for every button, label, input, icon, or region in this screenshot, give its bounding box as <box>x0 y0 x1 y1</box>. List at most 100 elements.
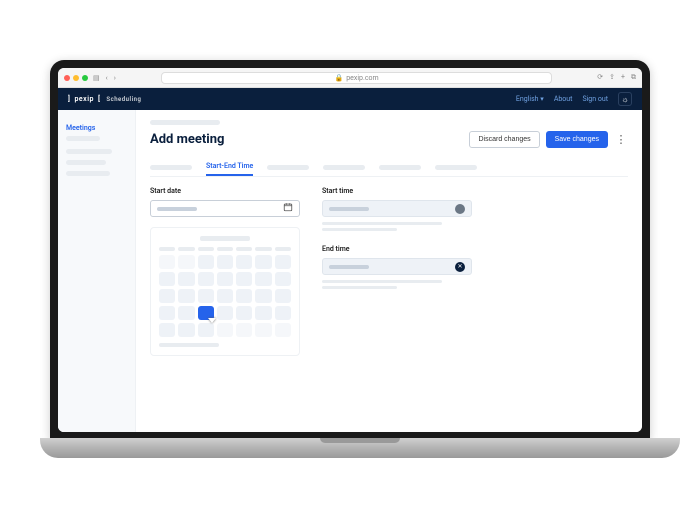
calendar-day[interactable] <box>178 255 194 269</box>
brand-logo[interactable]: ] pexip [ Scheduling <box>68 95 141 103</box>
tab-placeholder[interactable] <box>267 158 309 176</box>
calendar-day[interactable] <box>198 323 214 337</box>
sidebar-toggle-icon[interactable]: ▤ <box>93 74 100 82</box>
calendar-day[interactable] <box>275 306 291 320</box>
tab-placeholder[interactable] <box>435 158 477 176</box>
sidebar: Meetings <box>58 110 136 432</box>
start-time-input[interactable] <box>322 200 472 217</box>
input-placeholder <box>329 265 369 269</box>
calendar-day[interactable] <box>217 272 233 286</box>
sidebar-item-placeholder <box>66 136 100 141</box>
signout-link[interactable]: Sign out <box>582 95 608 103</box>
start-date-label: Start date <box>150 187 300 195</box>
language-selector[interactable]: English ▾ <box>516 95 544 103</box>
calendar-day[interactable] <box>255 289 271 303</box>
nav-forward-icon[interactable]: › <box>114 74 116 82</box>
calendar-day[interactable] <box>236 255 252 269</box>
calendar-day[interactable] <box>236 272 252 286</box>
calendar-day[interactable] <box>159 289 175 303</box>
url-text: pexip.com <box>346 74 378 82</box>
discard-changes-button[interactable]: Discard changes <box>469 131 539 148</box>
sidebar-item-placeholder <box>66 149 112 154</box>
laptop-base <box>40 438 680 458</box>
page-title: Add meeting <box>150 132 224 147</box>
close-window-icon[interactable] <box>64 75 70 81</box>
brand-name: pexip <box>74 95 94 103</box>
calendar-day[interactable] <box>255 255 271 269</box>
start-date-input[interactable] <box>150 200 300 217</box>
app-header: ] pexip [ Scheduling English ▾ About Sig… <box>58 88 642 110</box>
helper-text <box>322 222 472 231</box>
sidebar-item-meetings[interactable]: Meetings <box>66 120 127 136</box>
browser-toolbar: ▤ ‹ › 🔒 pexip.com ⟳ ⇪ + ⧉ <box>58 68 642 88</box>
calendar-day[interactable] <box>159 272 175 286</box>
calendar-day[interactable] <box>198 272 214 286</box>
calendar-day[interactable] <box>159 306 175 320</box>
calendar-day[interactable] <box>178 306 194 320</box>
calendar-icon <box>283 202 293 215</box>
tabs-icon[interactable]: ⧉ <box>631 73 636 82</box>
calendar-day[interactable] <box>255 306 271 320</box>
end-time-label: End time <box>322 245 472 253</box>
appearance-toggle[interactable]: ☼ <box>618 92 632 106</box>
logo-bracket-icon: [ <box>98 95 100 103</box>
tab-placeholder[interactable] <box>379 158 421 176</box>
reload-icon[interactable]: ⟳ <box>597 73 603 82</box>
lock-icon: 🔒 <box>335 74 344 82</box>
calendar-day[interactable] <box>275 272 291 286</box>
start-time-label: Start time <box>322 187 472 195</box>
calendar-day[interactable] <box>255 272 271 286</box>
calendar-day[interactable] <box>178 323 194 337</box>
calendar-day[interactable] <box>217 255 233 269</box>
sidebar-item-placeholder <box>66 171 110 176</box>
date-picker <box>150 227 300 356</box>
tab-placeholder[interactable] <box>323 158 365 176</box>
calendar-day[interactable] <box>236 306 252 320</box>
calendar-day[interactable] <box>275 255 291 269</box>
input-placeholder <box>329 207 369 211</box>
helper-text <box>322 280 472 289</box>
clear-icon[interactable]: ✕ <box>455 262 465 272</box>
calendar-day[interactable] <box>178 272 194 286</box>
clock-icon <box>455 204 465 214</box>
end-time-input[interactable]: ✕ <box>322 258 472 275</box>
sun-icon: ☼ <box>621 95 628 104</box>
share-icon[interactable]: ⇪ <box>609 73 615 82</box>
tab-placeholder[interactable] <box>150 158 192 176</box>
maximize-window-icon[interactable] <box>82 75 88 81</box>
calendar-day[interactable] <box>178 289 194 303</box>
calendar-day-selected[interactable] <box>198 306 214 320</box>
tab-bar: Start-End Time <box>150 158 628 177</box>
about-link[interactable]: About <box>554 95 573 103</box>
window-controls <box>64 75 88 81</box>
tab-start-end-time[interactable]: Start-End Time <box>206 158 253 176</box>
nav-back-icon[interactable]: ‹ <box>106 74 108 82</box>
calendar-day[interactable] <box>198 289 214 303</box>
calendar-day[interactable] <box>217 289 233 303</box>
calendar-day[interactable] <box>275 289 291 303</box>
chevron-down-icon: ▾ <box>540 95 544 103</box>
new-tab-icon[interactable]: + <box>621 73 625 82</box>
calendar-weekday-row <box>159 247 291 251</box>
breadcrumb <box>150 120 220 125</box>
calendar-day[interactable] <box>217 306 233 320</box>
input-placeholder <box>157 207 197 211</box>
main-content: Add meeting Discard changes Save changes… <box>136 110 642 432</box>
calendar-day[interactable] <box>159 323 175 337</box>
calendar-day[interactable] <box>236 323 252 337</box>
logo-bracket-icon: ] <box>68 95 70 103</box>
more-actions-icon[interactable]: ⋮ <box>614 133 628 146</box>
calendar-month-label <box>200 236 250 241</box>
address-bar[interactable]: 🔒 pexip.com <box>161 72 552 84</box>
calendar-day[interactable] <box>159 255 175 269</box>
calendar-day[interactable] <box>255 323 271 337</box>
sidebar-item-placeholder <box>66 160 106 165</box>
calendar-day[interactable] <box>275 323 291 337</box>
product-name: Scheduling <box>106 96 141 103</box>
calendar-day[interactable] <box>236 289 252 303</box>
calendar-day[interactable] <box>217 323 233 337</box>
minimize-window-icon[interactable] <box>73 75 79 81</box>
calendar-day[interactable] <box>198 255 214 269</box>
calendar-footer <box>159 343 219 347</box>
save-changes-button[interactable]: Save changes <box>546 131 608 148</box>
